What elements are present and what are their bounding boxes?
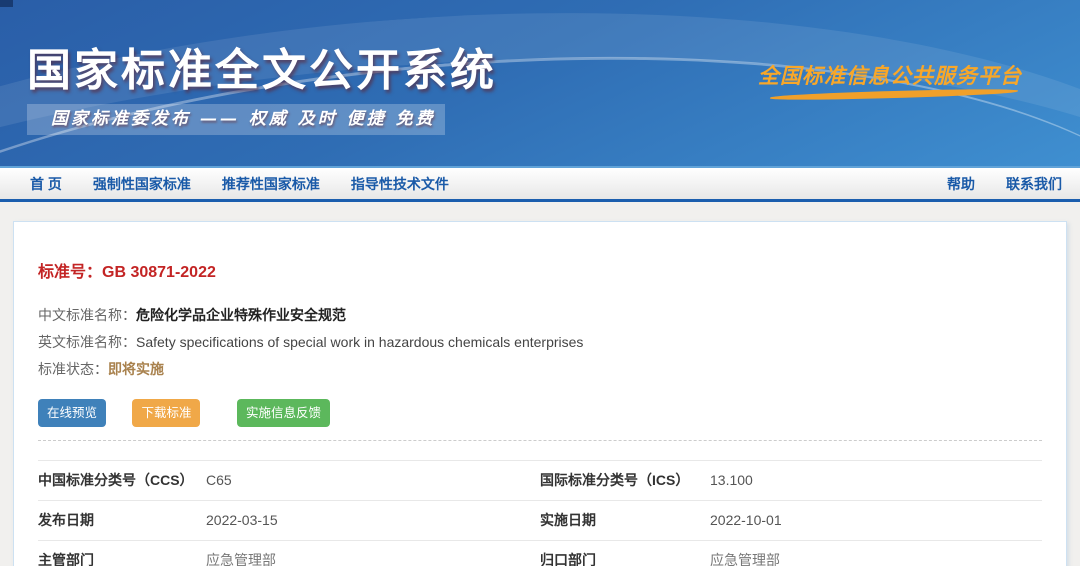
field-status: 标准状态：即将实施 bbox=[38, 360, 1042, 378]
page-body: 标准号：GB 30871-2022 中文标准名称：危险化学品企业特殊作业安全规范… bbox=[0, 202, 1080, 566]
field-status-label: 标准状态： bbox=[38, 361, 108, 377]
implement-date-value: 2022-10-01 bbox=[710, 512, 1042, 529]
site-slogan: 国家标准委发布 —— 权威 及时 便捷 免费 bbox=[27, 104, 445, 135]
centralized-dept-value: 应急管理部 bbox=[710, 552, 1042, 566]
publish-date-label: 发布日期 bbox=[38, 512, 206, 529]
nav-item-guiding-documents[interactable]: 指导性技术文件 bbox=[351, 174, 449, 194]
standard-number-value: GB 30871-2022 bbox=[102, 264, 216, 281]
nav-item-recommended-standards[interactable]: 推荐性国家标准 bbox=[222, 174, 320, 194]
ccs-label: 中国标准分类号（CCS） bbox=[38, 472, 206, 489]
field-chinese-name: 中文标准名称：危险化学品企业特殊作业安全规范 bbox=[38, 306, 1042, 324]
standard-info-table: 中国标准分类号（CCS） C65 国际标准分类号（ICS） 13.100 发布日… bbox=[38, 460, 1042, 566]
brand-platform-name[interactable]: 全国标准信息公共服务平台 bbox=[758, 60, 1022, 90]
download-standard-button[interactable]: 下载标准 bbox=[132, 399, 200, 427]
status-badge: 即将实施 bbox=[108, 361, 164, 377]
standard-number-label: 标准号： bbox=[38, 264, 102, 281]
nav-item-mandatory-standards[interactable]: 强制性国家标准 bbox=[93, 174, 191, 194]
competent-dept-label: 主管部门 bbox=[38, 552, 206, 566]
action-buttons-row: 在线预览 下载标准 实施信息反馈 bbox=[38, 399, 1042, 428]
centralized-dept-label: 归口部门 bbox=[540, 552, 710, 566]
site-title: 国家标准全文公开系统 bbox=[27, 34, 497, 98]
standard-number-line: 标准号：GB 30871-2022 bbox=[38, 258, 1042, 282]
field-chinese-name-label: 中文标准名称： bbox=[38, 307, 136, 323]
implement-date-label: 实施日期 bbox=[540, 512, 710, 529]
table-row: 中国标准分类号（CCS） C65 国际标准分类号（ICS） 13.100 bbox=[38, 460, 1042, 500]
dotted-divider bbox=[38, 440, 1042, 441]
standard-detail-card: 标准号：GB 30871-2022 中文标准名称：危险化学品企业特殊作业安全规范… bbox=[13, 221, 1067, 566]
field-english-name: 英文标准名称：Safety specifications of special … bbox=[38, 333, 1042, 351]
nav-item-help[interactable]: 帮助 bbox=[947, 174, 975, 194]
table-row: 主管部门 应急管理部 归口部门 应急管理部 bbox=[38, 540, 1042, 566]
nav-left-group: 首 页 强制性国家标准 推荐性国家标准 指导性技术文件 bbox=[30, 174, 480, 194]
main-navbar: 首 页 强制性国家标准 推荐性国家标准 指导性技术文件 帮助 联系我们 bbox=[0, 168, 1080, 202]
nav-item-contact[interactable]: 联系我们 bbox=[1006, 174, 1062, 194]
table-row: 发布日期 2022-03-15 实施日期 2022-10-01 bbox=[38, 500, 1042, 540]
publish-date-value: 2022-03-15 bbox=[206, 512, 540, 529]
ccs-value: C65 bbox=[206, 472, 540, 489]
nav-right-group: 帮助 联系我们 bbox=[947, 174, 1062, 194]
implementation-feedback-button[interactable]: 实施信息反馈 bbox=[237, 399, 330, 427]
online-preview-button[interactable]: 在线预览 bbox=[38, 399, 106, 427]
competent-dept-value: 应急管理部 bbox=[206, 552, 540, 566]
field-english-name-value: Safety specifications of special work in… bbox=[136, 334, 583, 350]
corner-mark bbox=[0, 0, 13, 7]
site-header: 国家标准全文公开系统 国家标准委发布 —— 权威 及时 便捷 免费 全国标准信息… bbox=[0, 0, 1080, 168]
ics-value: 13.100 bbox=[710, 472, 1042, 489]
field-chinese-name-value: 危险化学品企业特殊作业安全规范 bbox=[136, 307, 346, 323]
ics-label: 国际标准分类号（ICS） bbox=[540, 472, 710, 489]
field-english-name-label: 英文标准名称： bbox=[38, 334, 136, 350]
nav-item-home[interactable]: 首 页 bbox=[30, 174, 62, 194]
